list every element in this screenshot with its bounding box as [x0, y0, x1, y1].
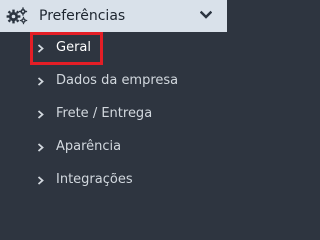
menu-header-label: Preferências	[39, 8, 126, 24]
chevron-right-icon	[37, 77, 44, 86]
preferences-menu: Preferências Geral Dados da empresa Fret…	[0, 0, 227, 208]
submenu-item-geral[interactable]: Geral	[0, 32, 227, 65]
submenu-list: Geral Dados da empresa Frete / Entrega A…	[0, 32, 227, 197]
submenu-item-dados-da-empresa[interactable]: Dados da empresa	[0, 65, 227, 98]
submenu-item-label: Dados da empresa	[56, 73, 179, 88]
gears-icon	[6, 7, 28, 25]
submenu-item-label: Geral	[56, 40, 91, 55]
chevron-right-icon	[37, 110, 44, 119]
submenu-item-label: Aparência	[56, 139, 122, 154]
submenu-item-frete-entrega[interactable]: Frete / Entrega	[0, 98, 227, 131]
chevron-right-icon	[37, 176, 44, 185]
submenu-item-label: Integrações	[56, 172, 133, 187]
submenu-item-integracoes[interactable]: Integrações	[0, 164, 227, 197]
chevron-right-icon	[37, 44, 44, 53]
chevron-right-icon	[37, 143, 44, 152]
chevron-down-icon	[200, 10, 212, 19]
menu-header-preferences[interactable]: Preferências	[0, 0, 227, 32]
submenu-item-aparencia[interactable]: Aparência	[0, 131, 227, 164]
submenu-item-label: Frete / Entrega	[56, 106, 153, 121]
